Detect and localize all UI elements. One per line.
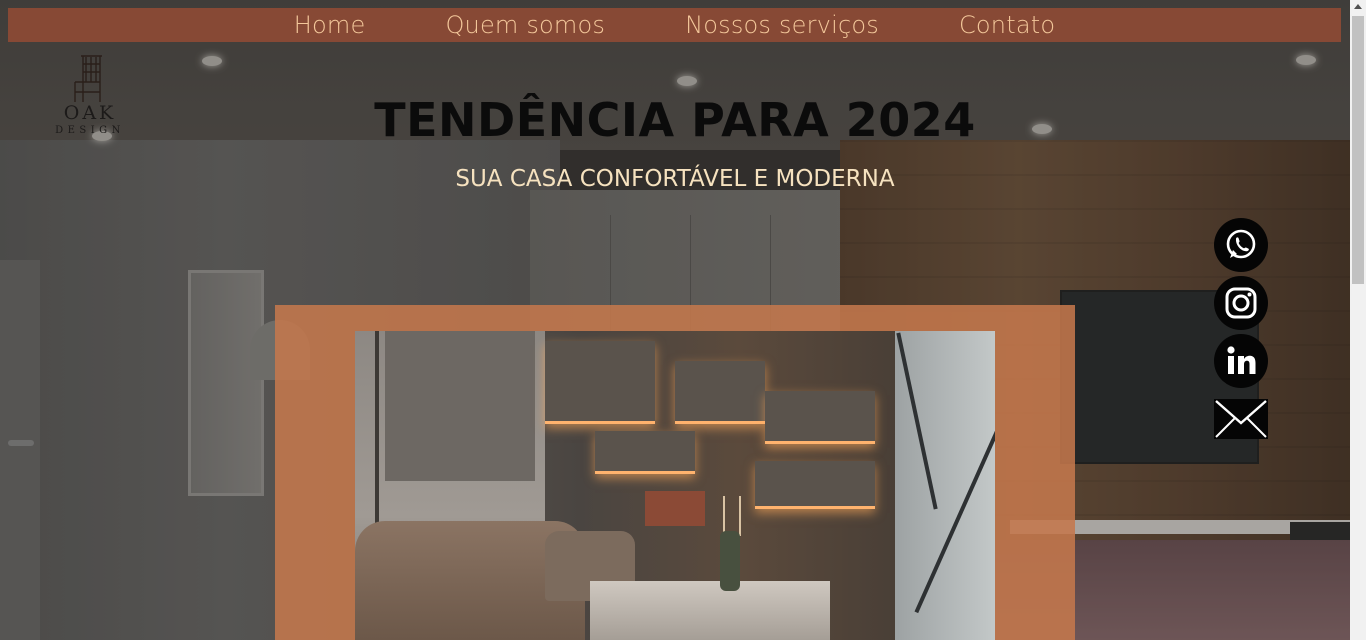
linkedin-link[interactable] — [1214, 334, 1268, 388]
photo-wall-art — [645, 491, 705, 526]
instagram-link[interactable] — [1214, 276, 1268, 330]
photo-wall-panel — [595, 431, 695, 474]
whatsapp-icon — [1214, 218, 1268, 272]
nav-link-quem-somos[interactable]: Quem somos — [445, 11, 605, 39]
feature-card — [275, 305, 1075, 640]
instagram-icon — [1214, 276, 1268, 330]
photo-wall-panel — [765, 391, 875, 444]
linkedin-icon — [1214, 334, 1268, 388]
nav-link-contato[interactable]: Contato — [959, 11, 1055, 39]
email-icon — [1214, 399, 1268, 439]
nav-link-nossos-servicos[interactable]: Nossos serviços — [685, 11, 879, 39]
email-link[interactable] — [1214, 392, 1268, 446]
top-navbar: Home Quem somos Nossos serviços Contato — [8, 8, 1341, 42]
scrollbar-thumb[interactable] — [1352, 16, 1364, 284]
photo-wall-panel — [675, 361, 765, 424]
photo-coffee-table — [590, 581, 830, 640]
nav-link-home[interactable]: Home — [294, 11, 366, 39]
page-scrollbar[interactable] — [1350, 0, 1366, 640]
photo-wall-panel — [545, 341, 655, 424]
scroll-up-arrow-icon[interactable] — [1354, 4, 1362, 9]
photo-vase — [720, 531, 740, 591]
hero-title: TENDÊNCIA PARA 2024 — [374, 93, 976, 147]
photo-blind — [385, 331, 535, 481]
whatsapp-link[interactable] — [1214, 218, 1268, 272]
hero-subtitle: SUA CASA CONFORTÁVEL E MODERNA — [455, 166, 895, 192]
interior-photo — [355, 331, 995, 640]
photo-diffuser-sticks — [723, 496, 741, 536]
photo-glass-door — [895, 331, 995, 640]
photo-wall-panel — [755, 461, 875, 509]
